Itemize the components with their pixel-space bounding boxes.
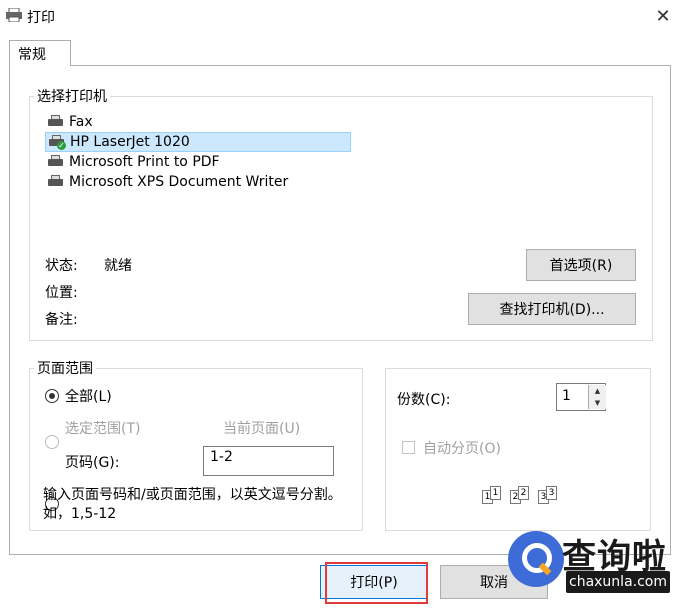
printer-name: Fax <box>69 114 93 130</box>
spin-down-icon[interactable]: ▼ <box>588 397 606 409</box>
comment-label: 备注: <box>45 312 78 328</box>
printer-item-hp-laserjet[interactable]: ✓ HP LaserJet 1020 <box>45 132 351 152</box>
pages-input[interactable]: 1-2 <box>203 446 334 476</box>
title-bar: 打印 ✕ <box>0 0 682 32</box>
printer-icon <box>47 155 65 169</box>
status-value: 就绪 <box>104 258 132 274</box>
printer-icon <box>47 175 65 189</box>
page-range-label: 页面范围 <box>34 358 96 378</box>
copies-value: 1 <box>562 388 571 404</box>
printer-list[interactable]: Fax ✓ HP LaserJet 1020 Microsoft Print t… <box>45 112 355 192</box>
tab-general[interactable]: 常规 <box>9 40 71 66</box>
copies-stepper[interactable]: 1 ▲ ▼ <box>556 383 606 411</box>
find-printer-button[interactable]: 查找打印机(D)... <box>468 293 636 325</box>
printer-icon <box>6 7 22 23</box>
print-button[interactable]: 打印(P) <box>320 565 428 599</box>
radio-all-label[interactable]: 全部(L) <box>65 386 112 406</box>
collate-checkbox[interactable] <box>402 441 415 454</box>
close-icon[interactable]: ✕ <box>648 2 678 30</box>
window-title: 打印 <box>27 10 55 26</box>
printer-name: Microsoft XPS Document Writer <box>69 174 289 190</box>
printer-name: Microsoft Print to PDF <box>69 154 220 170</box>
status-label: 状态: <box>45 258 78 274</box>
page-range-hint: 输入页面号码和/或页面范围，以英文逗号分割。如，1,5-12 <box>43 487 342 522</box>
watermark-sub: chaxunla.com <box>566 571 670 593</box>
watermark: 查询啦 chaxunla.com <box>500 523 682 610</box>
radio-pages-label[interactable]: 页码(G): <box>65 452 120 472</box>
radio-selection[interactable] <box>45 435 59 449</box>
printer-item-ms-xps[interactable]: Microsoft XPS Document Writer <box>45 172 355 192</box>
magnifier-logo-icon <box>508 531 564 587</box>
printer-item-fax[interactable]: Fax <box>45 112 355 132</box>
fax-printer-icon <box>47 115 65 129</box>
printer-name: HP LaserJet 1020 <box>70 134 190 150</box>
printer-group-label: 选择打印机 <box>34 86 110 106</box>
printer-item-ms-pdf[interactable]: Microsoft Print to PDF <box>45 152 355 172</box>
spin-up-icon[interactable]: ▲ <box>588 385 606 397</box>
collate-label[interactable]: 自动分页(O) <box>423 438 501 458</box>
preferences-button[interactable]: 首选项(R) <box>526 249 636 281</box>
copies-label: 份数(C): <box>397 392 451 408</box>
radio-all[interactable] <box>45 389 59 403</box>
collate-illustration-icon: 1 1 2 2 3 3 <box>482 484 562 508</box>
default-printer-icon: ✓ <box>48 135 66 150</box>
radio-selection-label[interactable]: 选定范围(T) <box>65 418 140 438</box>
radio-current-page-label[interactable]: 当前页面(U) <box>223 418 300 438</box>
location-label: 位置: <box>45 285 78 301</box>
